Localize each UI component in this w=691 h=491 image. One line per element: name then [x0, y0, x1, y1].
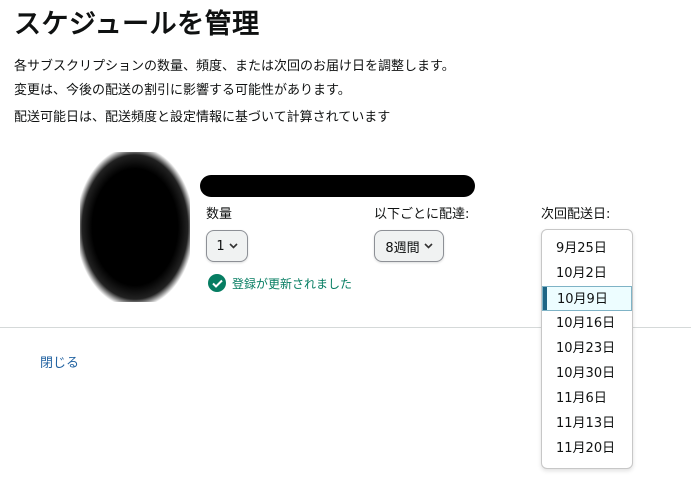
description-line-2: 変更は、今後の配送の割引に影響する可能性があります。: [14, 83, 351, 98]
product-title-redacted: [200, 175, 475, 197]
date-option-selected[interactable]: 10月9日: [542, 286, 632, 311]
close-link[interactable]: 閉じる: [40, 352, 79, 371]
description-line-3: 配送可能日は、配送頻度と設定情報に基づいて計算されています: [14, 110, 391, 125]
description-line-1: 各サブスクリプションの数量、頻度、または次回のお届け日を調整します。: [14, 59, 455, 74]
page-title: スケジュールを管理: [14, 9, 260, 40]
status-message: 登録が更新されました: [232, 276, 353, 291]
update-status: 登録が更新されました: [208, 274, 352, 292]
quantity-select[interactable]: 1: [206, 230, 248, 262]
date-option[interactable]: 10月30日: [542, 361, 632, 386]
date-option[interactable]: 10月16日: [542, 311, 632, 336]
date-option[interactable]: 10月23日: [542, 336, 632, 361]
frequency-label: 以下ごとに配達:: [374, 207, 470, 222]
date-option[interactable]: 11月6日: [542, 386, 632, 411]
manage-schedule-page: スケジュールを管理 各サブスクリプションの数量、頻度、または次回のお届け日を調整…: [0, 0, 691, 491]
date-option[interactable]: 11月13日: [542, 411, 632, 436]
product-image: [80, 152, 190, 302]
frequency-value: 8週間: [385, 240, 420, 256]
date-option[interactable]: 10月2日: [542, 261, 632, 286]
date-option[interactable]: 11月20日: [542, 436, 632, 461]
quantity-label: 数量: [206, 207, 233, 222]
delivery-date-listbox[interactable]: 9月25日 10月2日 10月9日 10月16日 10月23日 10月30日 1…: [541, 229, 633, 469]
date-option[interactable]: 9月25日: [542, 236, 632, 261]
frequency-select[interactable]: 8週間: [374, 230, 444, 262]
next-delivery-label: 次回配送日:: [541, 207, 611, 222]
chevron-down-icon: [229, 241, 238, 252]
check-circle-icon: [208, 274, 226, 292]
quantity-value: 1: [216, 238, 225, 254]
chevron-down-icon: [424, 241, 433, 252]
